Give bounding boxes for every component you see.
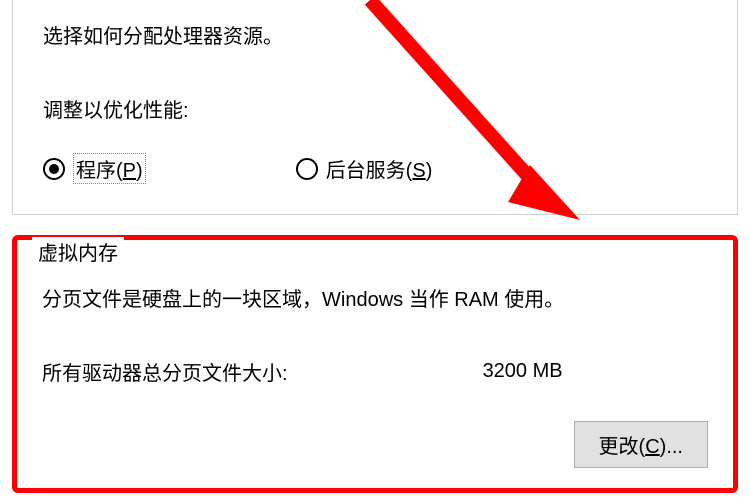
radio-background-label: 后台服务(S) <box>326 154 433 183</box>
virtual-memory-section: 虚拟内存 分页文件是硬盘上的一块区域，Windows 当作 RAM 使用。 所有… <box>12 235 738 493</box>
radio-programs[interactable]: 程序(P) <box>43 153 146 184</box>
adjust-label: 调整以优化性能: <box>43 94 707 123</box>
button-row: 更改(C)... <box>42 421 708 468</box>
change-button[interactable]: 更改(C)... <box>574 421 708 468</box>
paging-file-size-row: 所有驱动器总分页文件大小: 3200 MB <box>42 357 708 386</box>
processor-description: 选择如何分配处理器资源。 <box>43 20 707 49</box>
paging-file-size-value: 3200 MB <box>483 360 563 383</box>
processor-scheduling-section: 选择如何分配处理器资源。 调整以优化性能: 程序(P) 后台服务(S) <box>12 0 738 215</box>
virtual-memory-description: 分页文件是硬盘上的一块区域，Windows 当作 RAM 使用。 <box>42 283 708 312</box>
radio-programs-label: 程序(P) <box>73 153 146 184</box>
virtual-memory-title: 虚拟内存 <box>32 237 124 266</box>
radio-background-services[interactable]: 后台服务(S) <box>296 154 433 183</box>
radio-programs-circle <box>43 158 65 180</box>
radio-background-circle <box>296 158 318 180</box>
radio-group: 程序(P) 后台服务(S) <box>43 153 707 184</box>
paging-file-size-label: 所有驱动器总分页文件大小: <box>42 357 288 386</box>
